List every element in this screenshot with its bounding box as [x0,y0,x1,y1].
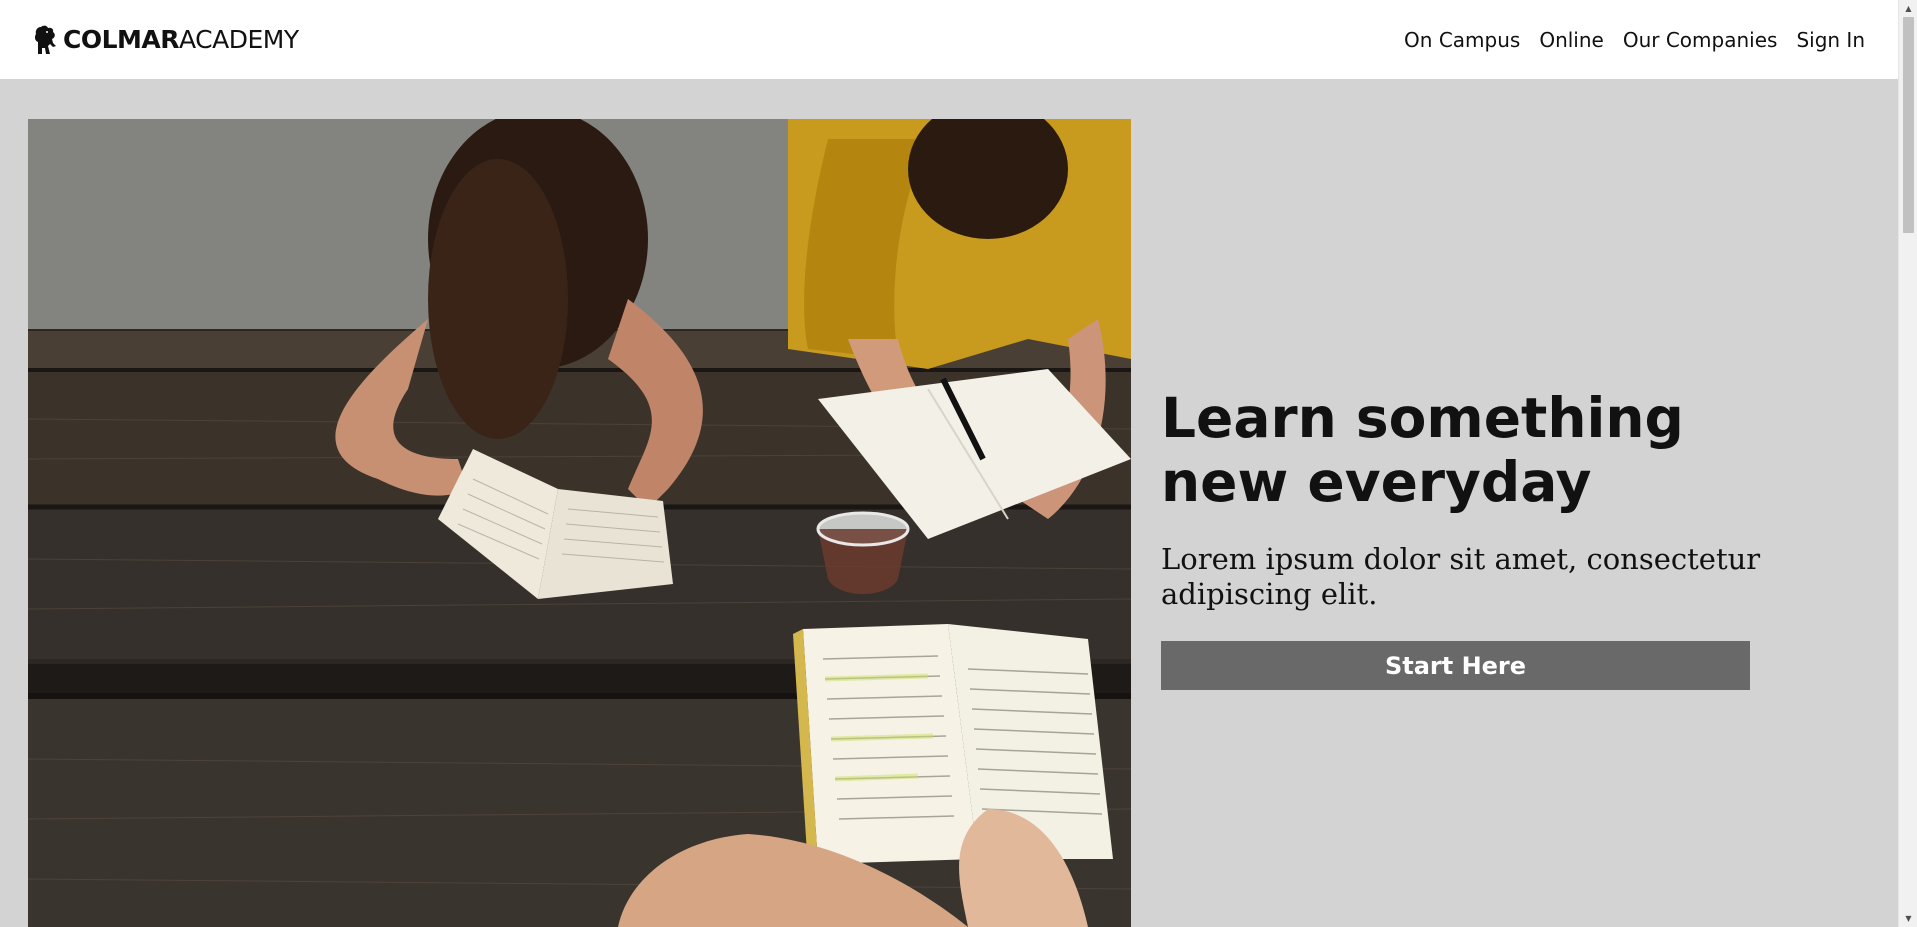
nav-sign-in[interactable]: Sign In [1796,28,1865,52]
hero-image [28,119,1131,927]
hero-subtitle: Lorem ipsum dolor sit amet, consectetur … [1161,542,1761,611]
vertical-scrollbar[interactable]: ▲ ▼ [1898,0,1917,927]
scrollbar-thumb[interactable] [1903,17,1914,233]
start-here-button[interactable]: Start Here [1161,641,1750,690]
site-header: COLMAR ACADEMY On Campus Online Our Compa… [0,0,1898,79]
chevron-up-icon[interactable]: ▲ [1899,0,1917,17]
students-studying-photo [28,119,1131,927]
main-nav: On Campus Online Our Companies Sign In [1404,28,1865,52]
hero-content: Learn something new everyday Lorem ipsum… [1161,386,1781,690]
nav-on-campus[interactable]: On Campus [1404,28,1520,52]
logo-text-bold: COLMAR [63,25,180,54]
hero-title: Learn something new everyday [1161,386,1684,514]
logo-text-light: ACADEMY [179,25,299,54]
nav-our-companies[interactable]: Our Companies [1623,28,1778,52]
chevron-down-icon[interactable]: ▼ [1899,910,1917,927]
lion-icon [34,25,56,54]
nav-online[interactable]: Online [1539,28,1604,52]
logo[interactable]: COLMAR ACADEMY [32,24,299,56]
